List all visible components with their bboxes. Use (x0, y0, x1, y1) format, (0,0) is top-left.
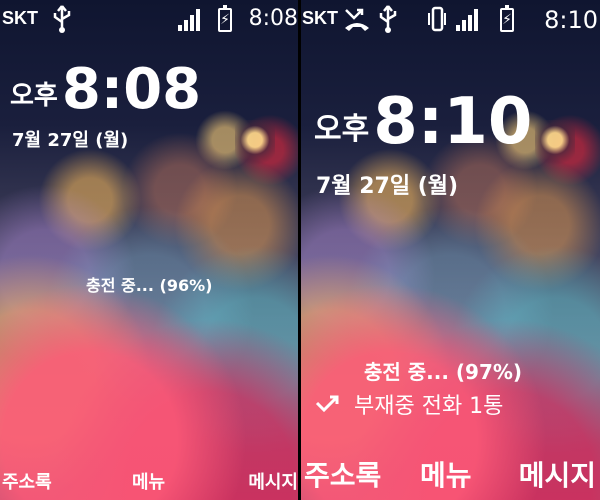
status-bar: SKT ⚡ 8:08 (0, 0, 300, 40)
missed-call-icon (344, 6, 370, 36)
softkey-contacts[interactable]: 주소록 (304, 454, 381, 494)
ampm-label: 오후 (314, 112, 370, 147)
wallpaper-bokeh (300, 0, 600, 500)
missed-call-icon (315, 395, 339, 413)
ampm-label: 오후 (10, 81, 58, 111)
carrier-label: SKT (302, 8, 338, 28)
usb-icon (378, 4, 398, 38)
clock-time: 8:10 (373, 85, 533, 159)
carrier-label: SKT (2, 8, 38, 28)
clock-time: 8:08 (61, 57, 202, 122)
status-time: 8:10 (544, 6, 598, 34)
lockscreen-left: SKT ⚡ 8:08 오후 8:08 7월 27일 (월) 충전 중... (9… (0, 0, 300, 500)
signal-icon (456, 9, 482, 31)
signal-icon (178, 9, 204, 31)
softkey-messages[interactable]: 메시지 (248, 468, 298, 494)
lock-clock: 오후 8:08 (10, 62, 201, 118)
charging-status: 충전 중... (96%) (86, 276, 213, 295)
screen-divider (298, 0, 301, 500)
lockscreen-right: SKT ⚡ 8:10 오후 8:10 7월 27일 (월) 충전 중... (9… (300, 0, 600, 500)
wallpaper-tower (235, 120, 275, 170)
battery-charging-icon: ⚡ (218, 5, 232, 32)
softkey-messages[interactable]: 메시지 (519, 454, 596, 494)
softkey-menu[interactable]: 메뉴 (420, 454, 472, 494)
wallpaper-tower (535, 120, 575, 170)
status-time: 8:08 (248, 6, 298, 31)
status-bar: SKT ⚡ 8:10 (300, 0, 600, 40)
usb-icon (52, 4, 72, 38)
missed-call-label: 부재중 전화 1통 (354, 394, 504, 419)
softkey-contacts[interactable]: 주소록 (2, 468, 52, 494)
softkey-menu[interactable]: 메뉴 (132, 468, 165, 494)
softkey-bar: 주소록 메뉴 메시지 (300, 450, 600, 500)
battery-charging-icon: ⚡ (500, 5, 514, 32)
date-label: 7월 27일 (월) (316, 174, 459, 199)
charging-status: 충전 중... (97%) (364, 360, 523, 384)
missed-call-notice[interactable]: 부재중 전화 1통 (314, 388, 503, 420)
vibrate-icon (426, 6, 448, 36)
softkey-bar: 주소록 메뉴 메시지 (0, 460, 300, 500)
date-label: 7월 27일 (월) (12, 130, 129, 151)
lock-clock: 오후 8:10 (314, 90, 532, 154)
